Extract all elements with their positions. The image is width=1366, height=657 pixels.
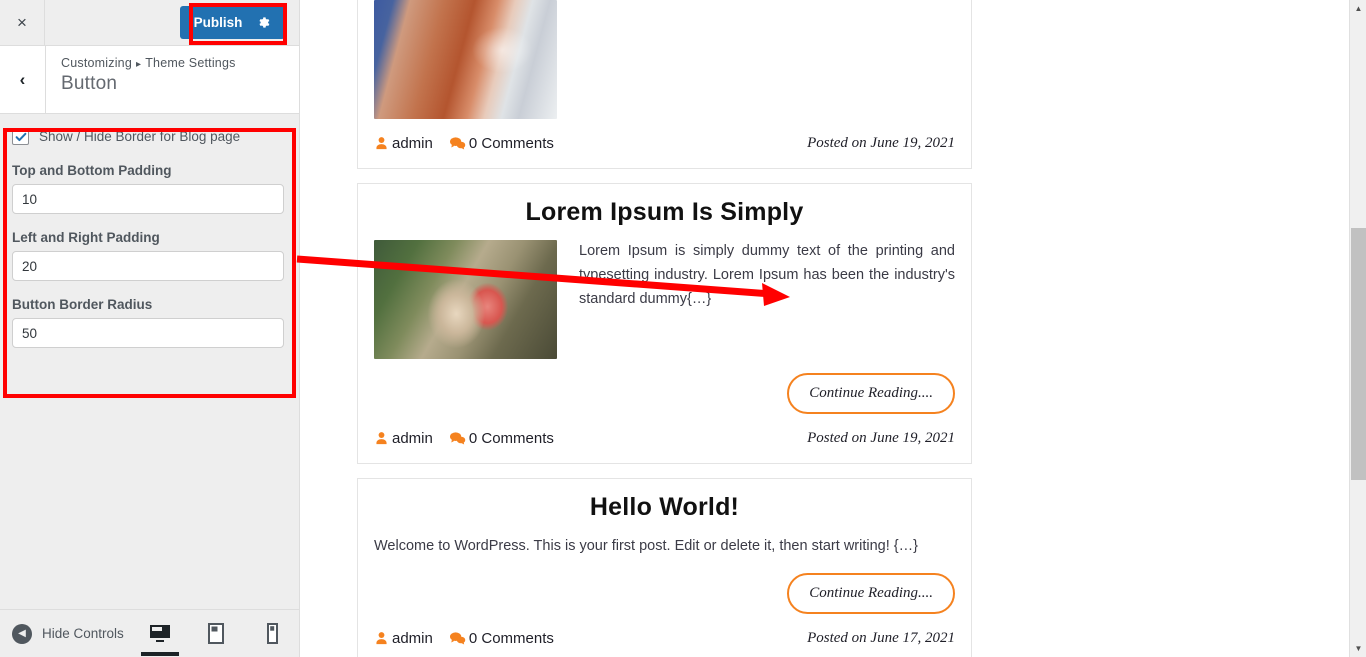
breadcrumb-section[interactable]: Theme Settings <box>145 56 235 70</box>
post-date: Posted on June 17, 2021 <box>807 629 955 646</box>
post-meta: admin 0 Comments <box>374 135 955 152</box>
mobile-icon <box>266 623 278 644</box>
user-icon <box>374 431 389 446</box>
post-author[interactable]: admin <box>374 430 433 447</box>
post-author[interactable]: admin <box>374 135 433 152</box>
device-desktop-button[interactable] <box>141 612 179 656</box>
checkmark-icon <box>15 132 26 141</box>
post-author[interactable]: admin <box>374 630 433 647</box>
post-body <box>374 0 955 119</box>
sidebar-controls-area: Show / Hide Border for Blog page Top and… <box>0 114 299 609</box>
post-title[interactable]: Lorem Ipsum Is Simply <box>374 198 955 227</box>
chevron-left-icon: ‹ <box>19 69 26 89</box>
post-comments-count: 0 Comments <box>468 135 554 152</box>
button-border-radius-input[interactable] <box>12 318 284 348</box>
sidebar-footer: ◀ Hide Controls <box>0 609 299 657</box>
post-excerpt: Welcome to WordPress. This is your first… <box>374 538 918 554</box>
continue-reading-button[interactable]: Continue Reading.... <box>787 572 955 614</box>
post-cta-row: Continue Reading.... <box>374 572 955 614</box>
sidebar-topbar: × Publish <box>0 0 299 46</box>
page-title: Button <box>61 73 118 94</box>
left-right-padding-label: Left and Right Padding <box>12 230 160 245</box>
post-comments-count: 0 Comments <box>468 629 554 647</box>
post-body: Lorem Ipsum is simply dummy text of the … <box>374 240 955 359</box>
show-hide-border-label: Show / Hide Border for Blog page <box>39 129 241 144</box>
hide-controls-label: Hide Controls <box>42 626 124 641</box>
customizer-sidebar: × Publish ‹ Customizing ▸ Theme Settings… <box>0 0 300 657</box>
customizer-screen: × Publish ‹ Customizing ▸ Theme Settings… <box>0 0 1366 657</box>
post-comments[interactable]: 0 Comments <box>449 630 554 647</box>
triangle-up-icon: ▲ <box>1354 4 1363 13</box>
desktop-icon <box>150 624 170 642</box>
post-meta-left: admin 0 Comments <box>374 630 554 647</box>
post-author-name: admin <box>392 629 433 647</box>
button-controls-panel: Show / Hide Border for Blog page Top and… <box>0 114 296 366</box>
device-preview-switcher <box>141 610 285 657</box>
gear-icon[interactable] <box>256 15 271 30</box>
post-body: Welcome to WordPress. This is your first… <box>374 535 955 559</box>
scroll-up-button[interactable]: ▲ <box>1350 0 1366 17</box>
post-comments[interactable]: 0 Comments <box>449 430 554 447</box>
post-card: Hello World! Welcome to WordPress. This … <box>357 478 972 657</box>
post-cta-row: Continue Reading.... <box>374 373 955 414</box>
post-author-name: admin <box>392 430 433 447</box>
user-icon <box>374 136 389 151</box>
collapse-arrow-icon: ◀ <box>12 623 32 644</box>
comment-bubble-icon <box>449 136 466 151</box>
site-preview-frame[interactable]: admin 0 Comments Posted on June 19, 2021… <box>301 0 1349 657</box>
publish-button-label: Publish <box>193 15 243 30</box>
post-thumbnail[interactable] <box>374 240 557 359</box>
device-mobile-button[interactable] <box>259 612 285 656</box>
comment-bubble-icon <box>449 431 466 446</box>
topbar-actions: Publish <box>45 0 299 45</box>
top-bottom-padding-input[interactable] <box>12 184 284 214</box>
hide-controls-button[interactable]: ◀ Hide Controls <box>12 623 124 644</box>
comment-bubble-icon <box>449 631 466 646</box>
post-card: admin 0 Comments Posted on June 19, 2021 <box>357 0 972 169</box>
show-hide-border-row[interactable]: Show / Hide Border for Blog page <box>12 128 284 145</box>
post-author-name: admin <box>392 135 433 152</box>
post-list: admin 0 Comments Posted on June 19, 2021… <box>301 0 1349 657</box>
back-button[interactable]: ‹ <box>0 46 46 113</box>
top-bottom-padding-label: Top and Bottom Padding <box>12 163 172 178</box>
post-excerpt: Lorem Ipsum is simply dummy text of the … <box>579 243 955 307</box>
publish-button-wrap: Publish <box>180 6 285 39</box>
show-hide-border-checkbox[interactable] <box>12 128 29 145</box>
scrollbar-thumb[interactable] <box>1351 228 1366 480</box>
close-customizer-button[interactable]: × <box>0 0 45 45</box>
post-comments-count: 0 Comments <box>468 430 554 447</box>
tablet-icon <box>208 623 224 644</box>
post-date: Posted on June 19, 2021 <box>807 430 955 446</box>
left-right-padding-input[interactable] <box>12 251 284 281</box>
post-thumbnail[interactable] <box>374 0 557 119</box>
post-meta-left: admin 0 Comments <box>374 430 554 447</box>
panel-header-text: Customizing ▸ Theme Settings Button <box>46 46 299 113</box>
post-card: Lorem Ipsum Is Simply Lorem Ipsum is sim… <box>357 183 972 464</box>
sidebar-panel-header: ‹ Customizing ▸ Theme Settings Button <box>0 46 299 114</box>
breadcrumb: Customizing ▸ Theme Settings <box>61 56 299 70</box>
continue-reading-button[interactable]: Continue Reading.... <box>787 373 955 414</box>
publish-button[interactable]: Publish <box>180 6 285 39</box>
breadcrumb-separator-icon: ▸ <box>135 59 142 70</box>
button-border-radius-label: Button Border Radius <box>12 297 153 312</box>
close-icon: × <box>17 13 27 32</box>
post-meta-left: admin 0 Comments <box>374 135 554 152</box>
scroll-down-button[interactable]: ▼ <box>1350 640 1366 657</box>
post-title[interactable]: Hello World! <box>374 493 955 522</box>
post-meta: admin 0 Comments <box>374 630 955 647</box>
page-scrollbar[interactable]: ▲ ▼ <box>1349 0 1366 657</box>
user-icon <box>374 631 389 646</box>
post-comments[interactable]: 0 Comments <box>449 135 554 152</box>
post-date: Posted on June 19, 2021 <box>807 135 955 151</box>
breadcrumb-root[interactable]: Customizing <box>61 56 132 70</box>
device-tablet-button[interactable] <box>203 612 229 656</box>
triangle-down-icon: ▼ <box>1354 644 1363 653</box>
post-meta: admin 0 Comments <box>374 430 955 447</box>
